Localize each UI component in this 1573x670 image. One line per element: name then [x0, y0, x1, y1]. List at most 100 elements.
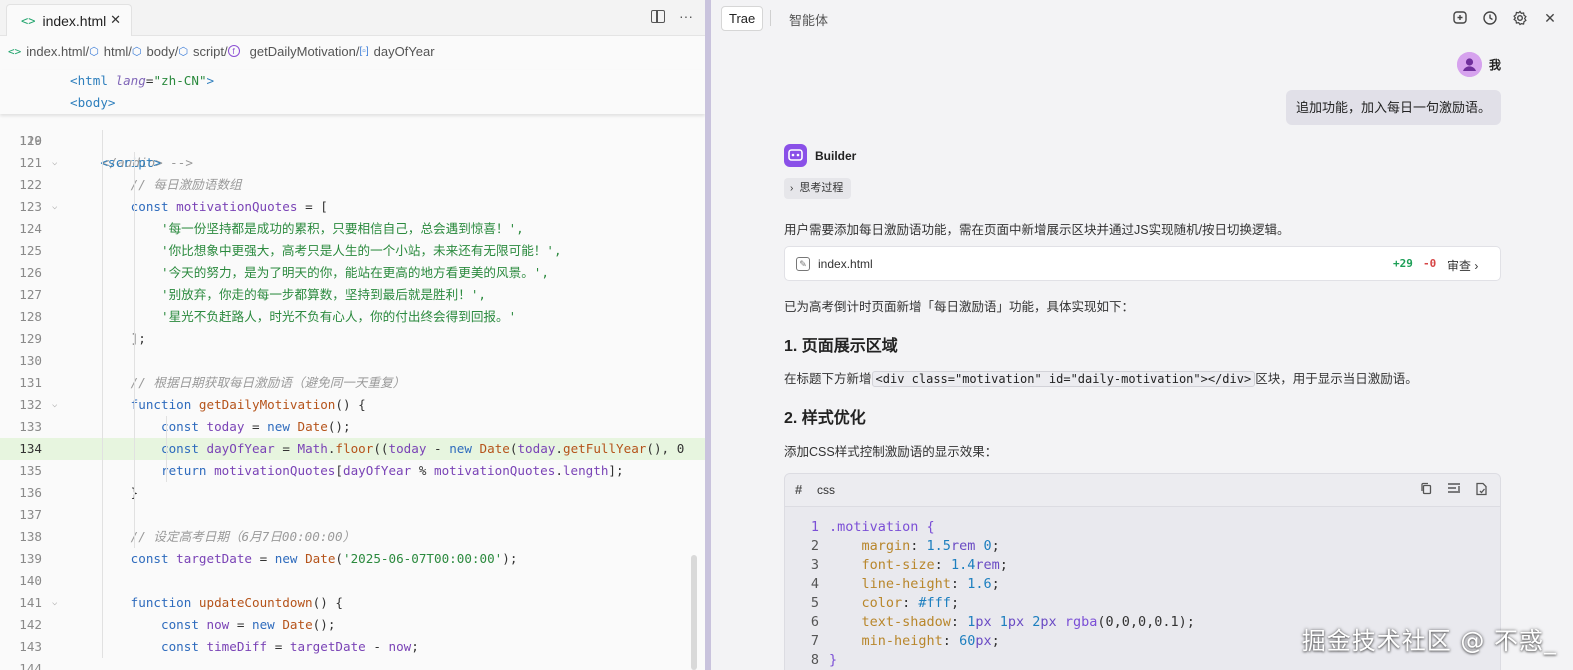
close-icon[interactable]: ✕ — [1541, 9, 1559, 27]
code-token: now — [206, 617, 230, 632]
assistant-name: Builder — [815, 148, 857, 163]
mode-button-trae[interactable]: Trae — [721, 6, 764, 31]
fold-chevron-icon[interactable]: ⌵ — [52, 152, 57, 174]
line-number: 135 — [19, 463, 42, 478]
code-token: (); — [327, 419, 351, 434]
code-token: min-height — [829, 633, 943, 649]
breadcrumb-item-file[interactable]: <> index.html — [8, 44, 86, 59]
sticky-line-body[interactable]: <body> — [70, 92, 116, 114]
line-number: 5 — [810, 595, 819, 611]
element-icon: ⬡ — [89, 45, 99, 58]
code-token: ]; — [608, 463, 624, 478]
section-text-2: 添加CSS样式控制激励语的显示效果： — [784, 445, 998, 459]
line-number: 6 — [810, 614, 819, 630]
code-area[interactable]: <html lang="zh-CN"> <body> 119 </audio> … — [0, 70, 705, 670]
code-editor: <> index.html ✕ ··· <> index.html / ⬡ html /… — [0, 0, 705, 670]
code-text: text-shadow: 1px 1px 2px rgba(0,0,0,0.1)… — [829, 613, 1195, 632]
editor-tools: ··· — [651, 8, 693, 24]
code-line: 132 ⌵ function getDailyMotivation() { — [0, 394, 705, 416]
code-token: length — [562, 463, 609, 478]
code-text: const timeDiff = targetDate - now; — [70, 636, 419, 658]
code-token: dayOfYear — [206, 441, 275, 456]
fold-chevron-icon[interactable]: ⌵ — [52, 592, 57, 614]
thinking-toggle[interactable]: › 思考过程 — [784, 178, 852, 199]
tab-index-html[interactable]: <> index.html ✕ — [6, 4, 132, 36]
breadcrumb-item-script[interactable]: ⬡ script — [178, 44, 224, 59]
line-number: 140 — [19, 573, 42, 588]
history-icon[interactable] — [1481, 9, 1499, 27]
editor-scrollbar[interactable] — [691, 555, 697, 670]
code-line: 126 '今天的努力，是为了明天的你，能站在更高的地方看更美的风景。', — [0, 262, 705, 284]
code-line: 121 ⌵ <script> — [0, 152, 705, 174]
section-heading-1: 1. 页面展示区域 — [784, 338, 898, 355]
code-token: return — [70, 463, 215, 478]
code-token: = — [274, 441, 298, 456]
sticky-line-html[interactable]: <html lang="zh-CN"> — [70, 70, 214, 92]
fold-chevron-icon[interactable]: ⌵ — [52, 196, 57, 218]
breadcrumb-item-html[interactable]: ⬡ html — [89, 44, 128, 59]
new-chat-icon[interactable] — [1451, 9, 1469, 27]
code-token: const — [70, 551, 177, 566]
code-token: motivationQuotes — [214, 463, 336, 478]
more-icon[interactable]: ··· — [679, 8, 693, 24]
code-text: } — [829, 651, 837, 670]
code-text: '你比想象中更强大，高考只是人生的一个小站，未来还有无限可能！', — [70, 240, 562, 262]
code-token: // 根据日期获取每日激励语（避免同一天重复） — [70, 375, 406, 390]
code-text: const dayOfYear = Math.floor((today - ne… — [70, 438, 684, 460]
code-token: updateCountdown — [198, 595, 313, 610]
code-token: % — [411, 463, 434, 478]
code-token: dayOfYear — [342, 463, 412, 478]
code-token: ; — [411, 639, 419, 654]
breadcrumb: <> index.html / ⬡ html / ⬡ body / ⬡ script / f ge… — [0, 36, 705, 66]
code-text: font-size: 1.4rem; — [829, 556, 1008, 575]
code-line-highlighted: 134 const dayOfYear = Math.floor((today … — [0, 438, 705, 460]
settings-icon[interactable] — [1511, 9, 1529, 27]
code-token: font-size — [829, 557, 935, 573]
line-number: 134 — [19, 441, 42, 456]
breadcrumb-item-variable[interactable]: [▫] dayOfYear — [360, 44, 435, 59]
review-button[interactable]: 审查 › — [1447, 257, 1478, 274]
line-number: 131 — [19, 375, 42, 390]
element-icon: ⬡ — [131, 45, 142, 58]
code-line: 137 — [0, 504, 705, 526]
divider — [770, 10, 771, 26]
breadcrumb-item-body[interactable]: ⬡ body — [132, 44, 175, 59]
code-token: new — [449, 441, 480, 456]
line-number: 136 — [19, 485, 42, 500]
code-line: 143 const timeDiff = targetDate - now; — [0, 636, 705, 658]
code-token: . — [555, 441, 563, 456]
code-token: ); — [502, 551, 518, 566]
code-token: - — [365, 639, 389, 654]
mode-tab-agent[interactable]: 智能体 — [789, 10, 828, 29]
code-token: px — [975, 614, 992, 630]
split-editor-icon[interactable] — [651, 10, 665, 23]
code-text: } — [70, 482, 139, 504]
code-token: (( — [373, 441, 389, 456]
copy-icon[interactable] — [1420, 482, 1433, 499]
line-number: 128 — [19, 309, 42, 324]
breadcrumb-item-function[interactable]: f getDailyMotivation — [227, 44, 356, 59]
code-token: Date — [297, 419, 328, 434]
line-number: 126 — [19, 265, 42, 280]
code-text: min-height: 60px; — [829, 632, 1000, 651]
insert-icon[interactable] — [1447, 482, 1461, 499]
code-token: motivationQuotes — [176, 199, 298, 214]
variable-icon: [▫] — [359, 45, 369, 57]
code-token: : — [902, 595, 919, 611]
code-token: px — [1040, 614, 1057, 630]
code-line: 120 — [0, 130, 705, 152]
code-token: ; — [991, 633, 1000, 649]
inline-code: <div class="motivation" id="daily-motiva… — [871, 371, 1256, 387]
line-number: 142 — [19, 617, 42, 632]
indent-guide — [102, 130, 103, 658]
apply-icon[interactable] — [1475, 482, 1488, 499]
code-text: margin: 1.5rem 0; — [829, 537, 1000, 556]
code-token: ; — [999, 557, 1008, 573]
changed-file-card[interactable]: ✎ index.html +29 -0 审查 › — [784, 246, 1501, 281]
fold-chevron-icon[interactable]: ⌵ — [52, 394, 57, 416]
line-number: 120 — [19, 133, 42, 148]
tab-label: index.html — [42, 12, 107, 29]
code-block-tools — [1420, 482, 1488, 499]
close-icon[interactable]: ✕ — [110, 12, 121, 28]
